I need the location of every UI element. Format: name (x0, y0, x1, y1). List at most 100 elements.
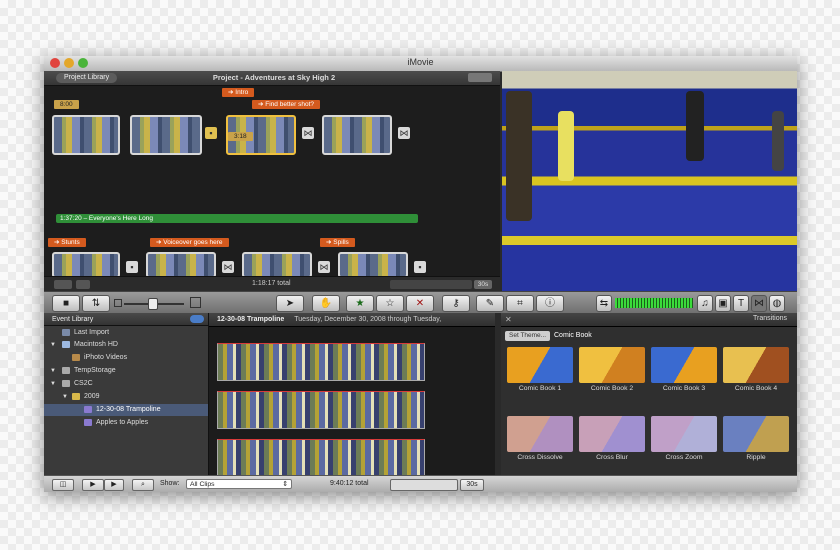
transition-marker[interactable]: ⋈ (318, 261, 330, 273)
transition-marker[interactable]: ▪ (205, 127, 217, 139)
transition-item[interactable]: Comic Book 4 (723, 347, 789, 392)
event-item-2009[interactable]: ▼ 2009 (44, 391, 208, 403)
transition-item[interactable]: Comic Book 1 (507, 347, 573, 392)
title-bar: iMovie (44, 56, 797, 72)
project-total: 1:18:17 total (252, 280, 291, 287)
disclosure-triangle-icon[interactable]: ▼ (50, 365, 62, 377)
search-button[interactable]: ⌕ (132, 479, 154, 491)
event-item-macintosh-hd[interactable]: ▼ Macintosh HD (44, 339, 208, 351)
music-track[interactable]: 1:37:20 – Everyone's Here Long (56, 214, 418, 223)
window-title: iMovie (407, 57, 434, 67)
event-item-cs2c[interactable]: ▼ CS2C (44, 378, 208, 390)
marker-intro-label: Intro (235, 89, 249, 96)
event-filmstrip[interactable] (217, 439, 425, 477)
project-clip[interactable] (130, 115, 202, 155)
transition-browser-button[interactable]: ⋈ (751, 295, 767, 312)
hand-tool-icon: ✋ (319, 298, 333, 309)
marker-find-better[interactable]: ➔ Find better shot? (252, 100, 321, 109)
transition-item[interactable]: Cross Zoom (651, 416, 717, 461)
event-filmstrip[interactable] (217, 391, 425, 429)
dropper-button[interactable]: ✎ (476, 295, 504, 312)
add-event-button[interactable]: ◫ (52, 479, 74, 491)
marker-voiceover[interactable]: ➔ Voiceover goes here (150, 238, 229, 247)
reject-button[interactable]: ✕ (406, 295, 434, 312)
play-button[interactable]: ▶ (104, 479, 124, 491)
project-clip[interactable] (322, 115, 392, 155)
event-item-tempstorage[interactable]: ▼ TempStorage (44, 365, 208, 377)
transition-marker[interactable]: ⋈ (222, 261, 234, 273)
project-clip[interactable] (242, 252, 312, 278)
event-item-trampoline[interactable]: 12-30-08 Trampoline (44, 404, 208, 416)
marker-spills[interactable]: ➔ Spills (320, 238, 355, 247)
transition-marker[interactable]: ⋈ (398, 127, 410, 139)
transition-label: Ripple (746, 454, 766, 461)
event-date-range: Tuesday, December 30, 2008 through Tuesd… (294, 316, 442, 323)
transition-item[interactable]: Comic Book 2 (579, 347, 645, 392)
arrow-icon: ➤ (285, 298, 295, 309)
disclosure-triangle-icon[interactable]: ▼ (50, 339, 62, 351)
transition-marker[interactable]: ▪ (414, 261, 426, 273)
event-item-apples[interactable]: Apples to Apples (44, 417, 208, 429)
event-item-label: Macintosh HD (74, 341, 118, 348)
transition-marker[interactable]: ⋈ (302, 127, 314, 139)
transition-label: Cross Dissolve (517, 454, 563, 461)
transition-item[interactable]: Comic Book 3 (651, 347, 717, 392)
browser-zoom-slider[interactable] (390, 479, 458, 491)
project-clip[interactable] (146, 252, 216, 278)
transition-item[interactable]: Ripple (723, 416, 789, 461)
thumbnail-size-knob[interactable] (148, 298, 158, 310)
disclosure-triangle-icon[interactable]: ▼ (62, 391, 72, 403)
marker-intro[interactable]: ➔ Intro (222, 88, 255, 97)
project-options-button[interactable] (468, 73, 492, 82)
photo-icon: ▣ (718, 298, 728, 309)
event-star-icon (84, 405, 92, 413)
play-fullscreen-button[interactable] (54, 280, 72, 289)
hand-tool-button[interactable]: ✋ (312, 295, 340, 312)
event-item-label: TempStorage (74, 367, 116, 374)
set-theme-button[interactable]: Set Theme... (505, 331, 551, 341)
event-item-last-import[interactable]: Last Import (44, 327, 208, 339)
photo-browser-button[interactable]: ▣ (715, 295, 731, 312)
event-library-toggle[interactable] (190, 315, 204, 323)
transition-item[interactable]: Cross Blur (579, 416, 645, 461)
hard-drive-icon (62, 340, 70, 348)
camera-import-button[interactable]: ■ (52, 295, 80, 312)
keyword-button[interactable]: ⚷ (442, 295, 470, 312)
play-fullscreen-button[interactable]: ▶ (82, 479, 104, 491)
show-select[interactable]: All Clips ⇕ (186, 479, 292, 489)
event-item-iphoto-videos[interactable]: iPhoto Videos (44, 352, 208, 364)
keyword-icon: ⚷ (452, 298, 460, 309)
project-zoom-slider[interactable] (390, 280, 472, 289)
theme-name: Comic Book (554, 332, 592, 339)
favorite-button[interactable]: ★ (346, 295, 374, 312)
play-button[interactable] (76, 280, 90, 289)
transition-thumbnail (723, 347, 789, 383)
crop-button[interactable]: ⌗ (506, 295, 534, 312)
event-browser-header: 12-30-08 Trampoline Tuesday, December 30… (209, 313, 495, 327)
music-browser-button[interactable]: ♫ (697, 295, 713, 312)
unmark-button[interactable]: ☆ (376, 295, 404, 312)
video-viewer[interactable] (502, 71, 797, 291)
event-total: 9:40:12 total (330, 480, 369, 487)
title-browser-button[interactable]: T (733, 295, 749, 312)
browser-zoom-value: 30s (460, 479, 484, 491)
event-library-title: Event Library (52, 316, 94, 323)
select-tool-button[interactable]: ➤ (276, 295, 304, 312)
transition-item[interactable]: Cross Dissolve (507, 416, 573, 461)
folder-icon (72, 392, 80, 400)
project-library-button[interactable]: Project Library (56, 73, 118, 83)
marker-stunts[interactable]: ➔ Stunts (48, 238, 86, 247)
marker-stunts-label: Stunts (61, 239, 80, 246)
map-browser-button[interactable]: ◍ (769, 295, 785, 312)
event-filmstrip[interactable] (217, 343, 425, 381)
inspector-button[interactable]: ⓘ (536, 295, 564, 312)
project-clip[interactable] (52, 252, 120, 278)
project-clip[interactable] (52, 115, 120, 155)
transition-thumbnail (651, 416, 717, 452)
close-icon[interactable]: ✕ (505, 315, 512, 324)
audio-adjust-button[interactable]: ⇆ (596, 295, 612, 312)
swap-button[interactable]: ⇅ (82, 295, 110, 312)
project-clip[interactable] (338, 252, 408, 278)
disclosure-triangle-icon[interactable]: ▼ (50, 378, 62, 390)
transition-marker[interactable]: ▪ (126, 261, 138, 273)
